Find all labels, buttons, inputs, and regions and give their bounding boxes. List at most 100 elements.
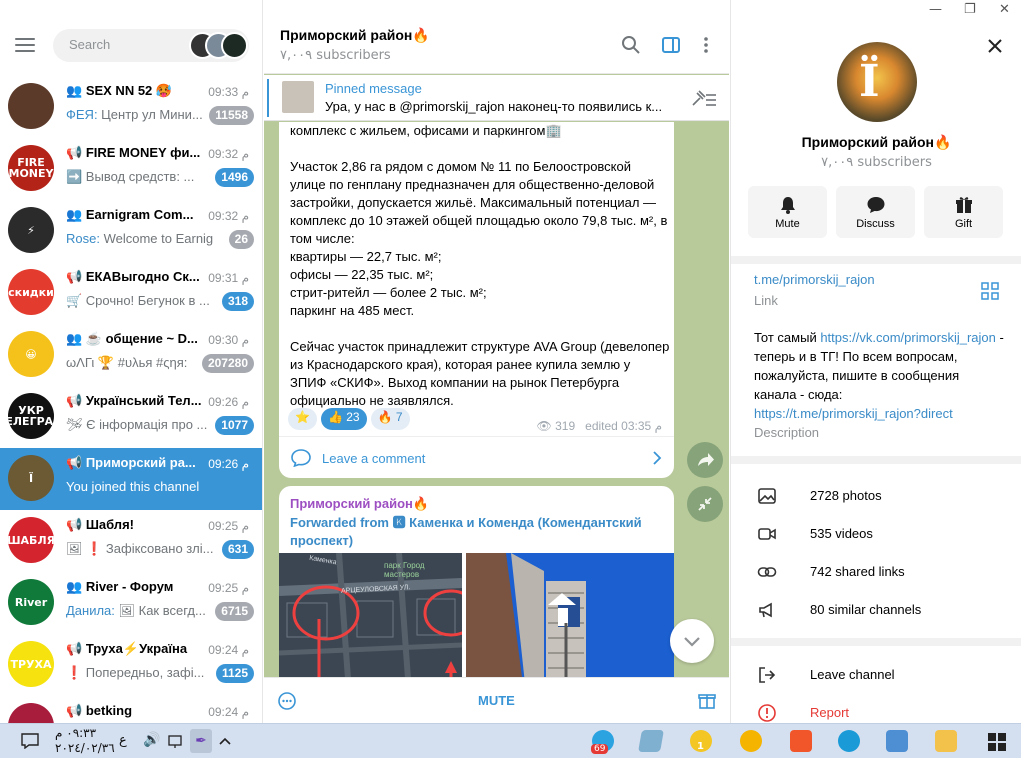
channel-link[interactable]: t.me/primorskij_rajon — [754, 272, 875, 287]
search-icon[interactable] — [621, 35, 641, 55]
channel-avatar[interactable]: Ϊ — [837, 42, 917, 122]
chat-list-item[interactable]: скидки 📢 ЕКАВыгодно Ск... 🛒 Срочно! Бегуно… — [0, 262, 262, 324]
chat-list-item[interactable]: ⚡ 👥 Earnigram Com... Rose: Welcome to Earn… — [0, 200, 262, 262]
language-indicator[interactable]: ع — [119, 733, 127, 748]
chat-list-item[interactable]: ТРУХА 📢 Труха⚡Україна ❗ Попередньо, зафі..… — [0, 634, 262, 696]
share-button[interactable] — [687, 442, 723, 478]
discuss-action-button[interactable]: Discuss — [836, 186, 915, 238]
reaction-star[interactable]: ⭐ — [288, 408, 317, 430]
chat-list-item[interactable]: ШАБЛЯ 📢 Шабля! 🖼 ❗ Зафіксовано злі... 09:25… — [0, 510, 262, 572]
more-options-icon[interactable] — [696, 35, 716, 55]
chat-avatar: 😀 — [8, 331, 54, 377]
chat-list-item[interactable]: Ϊ 📢 Приморский ра... You joined this chann… — [0, 448, 262, 510]
hamburger-menu-icon[interactable] — [15, 38, 35, 52]
chat-list-item[interactable]: 😀 👥 ☕ общение ~ D... ωΛΓι 🏆 #υλья #ςηя: 09:… — [0, 324, 262, 386]
leave-channel-row[interactable]: Leave channel — [731, 656, 1021, 694]
pinned-message-bar[interactable]: Pinned message Ура, у нас в @primorskij_… — [264, 75, 729, 121]
message-bubble[interactable]: комплекс с жильем, офисами и паркингом🏢 … — [279, 122, 674, 478]
chat-title[interactable]: Приморский район🔥 — [280, 27, 430, 44]
chat-list-item[interactable]: 👥 SEX NN 52 🥵 ФЕЯ: Центр ул Мини... 09:33 … — [0, 76, 262, 138]
chat-preview: ФЕЯ: Центр ул Мини... — [66, 107, 203, 122]
close-window-icon[interactable]: ✕ — [999, 2, 1010, 17]
gift-action-button[interactable]: Gift — [924, 186, 1003, 238]
network-icon[interactable] — [168, 734, 186, 749]
chat-time: 09:32 م — [208, 147, 249, 161]
brave-taskbar-icon[interactable] — [790, 730, 812, 752]
chat-preview: Rose: Welcome to Earnig... — [66, 231, 214, 246]
mute-action-button[interactable]: Mute — [748, 186, 827, 238]
chat-list-item[interactable]: 📢 betking 09:24 م — [0, 696, 262, 723]
unread-badge: 1125 — [215, 664, 254, 683]
chat-title: 📢 Шабля! — [66, 517, 134, 532]
folder-taskbar-icon[interactable] — [935, 730, 957, 752]
volume-icon[interactable]: 🔊 — [143, 732, 160, 748]
direct-link[interactable]: https://t.me/primorskij_rajon?direct — [754, 406, 953, 421]
comment-icon — [291, 449, 311, 467]
story-avatar-3[interactable] — [221, 32, 248, 59]
pen-icon[interactable]: ✒ — [190, 729, 212, 753]
discussion-icon[interactable] — [277, 691, 297, 711]
chat-title: 📢 FIRE MONEY фи... — [66, 145, 201, 160]
edge-taskbar-icon[interactable] — [838, 730, 860, 752]
chat-avatar: ШАБЛЯ — [8, 517, 54, 563]
restore-window-icon[interactable]: ❐ — [964, 2, 976, 17]
map-label-park: парк Город мастеров — [384, 561, 425, 579]
chat-header[interactable]: Приморский район🔥 ٧,٠٠٩ subscribers — [264, 0, 729, 74]
taskbar-date[interactable]: ٢٠٢٤/٠٢/٣٦ — [55, 741, 115, 755]
chat-list-item[interactable]: УКР ТЕЛЕГРАМ 📢 Український Тел... 🛩 Є інфо… — [0, 386, 262, 448]
forwarded-from[interactable]: Forwarded from 🅺 Каменка и Коменда (Коме… — [290, 514, 670, 550]
chat-preview: ωΛΓι 🏆 #υλья #ςηя: — [66, 355, 188, 370]
map-image[interactable]: парк Город мастеров АРЦЕУЛОВСКАЯ УЛ. Кам… — [279, 552, 479, 677]
collapse-button[interactable] — [687, 486, 723, 522]
post-author[interactable]: Приморский район🔥 — [290, 496, 429, 512]
chat-list-item[interactable]: River 👥 River - Форум Данила: 🖼 Как всегд.… — [0, 572, 262, 634]
chat-title: 👥 Earnigram Com... — [66, 207, 194, 222]
app-taskbar-icon[interactable] — [638, 730, 664, 752]
chat-avatar: FIRE MONEY — [8, 145, 54, 191]
leave-comment-button[interactable]: Leave a comment — [279, 436, 674, 478]
chat-time: 09:24 م — [208, 643, 249, 657]
unread-badge: 11558 — [209, 106, 254, 125]
building-photo[interactable] — [466, 553, 674, 677]
chat-preview: You joined this channel — [66, 479, 200, 494]
qr-code-icon[interactable] — [981, 282, 999, 300]
chat-list-panel: Search 👥 SEX NN 52 🥵 ФЕЯ: Центр ул Мини..… — [0, 0, 263, 723]
photos-row[interactable]: 2728 photos — [731, 477, 1021, 515]
reaction-fire[interactable]: 🔥 7 — [370, 408, 410, 430]
pinned-indicator — [267, 79, 269, 117]
message-feed[interactable]: комплекс с жильем, офисами и паркингом🏢 … — [264, 122, 729, 677]
chat-title: 👥 River - Форум — [66, 579, 174, 594]
pinned-list-icon[interactable] — [691, 89, 717, 107]
collapse-icon — [698, 497, 712, 511]
chat-avatar: ТРУХА — [8, 641, 54, 687]
forwarded-message-bubble[interactable]: Приморский район🔥 Forwarded from 🅺 Камен… — [279, 486, 674, 677]
section-divider — [731, 256, 1021, 264]
reaction-thumbs-up[interactable]: 👍 23 — [320, 408, 367, 430]
unread-badge: 6715 — [215, 602, 254, 621]
similar-channels-row[interactable]: 80 similar channels — [731, 591, 1021, 629]
notification-icon[interactable] — [21, 733, 39, 749]
gift-icon — [956, 197, 972, 213]
chevron-up-icon[interactable] — [218, 736, 232, 746]
ix-taskbar-icon[interactable] — [740, 730, 762, 752]
taskbar-time[interactable]: ٠٩:٣٣ م — [55, 726, 96, 740]
report-icon — [758, 704, 776, 722]
report-label: Report — [810, 705, 850, 720]
sidebar-toggle-icon[interactable] — [661, 35, 681, 55]
windows-start-icon[interactable] — [988, 733, 1006, 751]
channel-subscribers: ٧,٠٠٩ subscribers — [821, 155, 932, 170]
links-row[interactable]: 742 shared links — [731, 553, 1021, 591]
minimize-window-icon[interactable]: — — [929, 2, 942, 17]
close-panel-icon[interactable] — [987, 38, 1003, 54]
chevron-down-icon — [684, 637, 700, 647]
mute-button[interactable]: MUTE — [478, 693, 515, 708]
store-taskbar-icon[interactable] — [886, 730, 908, 752]
chat-list-item[interactable]: FIRE MONEY 📢 FIRE MONEY фи... ➡️ Вывод сре… — [0, 138, 262, 200]
gift-icon[interactable] — [697, 690, 717, 710]
chat-preview: ❗ Попередньо, зафі... — [66, 665, 205, 680]
similar-channels-count: 80 similar channels — [810, 602, 922, 617]
report-row[interactable]: Report — [731, 694, 1021, 723]
scroll-down-button[interactable] — [670, 619, 714, 663]
vk-link[interactable]: https://vk.com/primorskij_rajon — [820, 330, 996, 345]
videos-row[interactable]: 535 videos — [731, 515, 1021, 553]
